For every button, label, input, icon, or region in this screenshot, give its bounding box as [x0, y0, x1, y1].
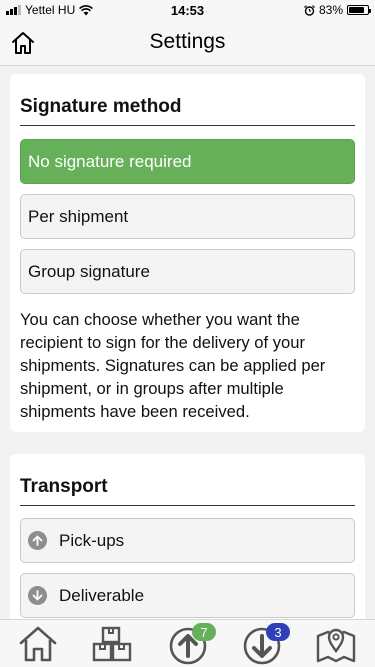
battery-icon	[347, 5, 371, 15]
tab-pickups[interactable]: 7	[166, 623, 216, 665]
status-bar: Yettel HU 14:53 83%	[0, 0, 375, 20]
boxes-icon	[92, 626, 132, 662]
option-group-signature[interactable]: Group signature	[20, 249, 355, 294]
battery-percent: 83%	[318, 3, 343, 17]
home-icon	[19, 626, 57, 662]
arrow-up-circle-icon	[28, 531, 47, 550]
tab-home[interactable]	[16, 623, 60, 665]
deliverable-label: Deliverable	[59, 585, 145, 605]
transport-pickups-item[interactable]: Pick-ups	[20, 518, 355, 563]
alarm-icon	[304, 4, 315, 16]
signature-card: Signature method No signature required P…	[10, 74, 365, 432]
transport-deliverable-item[interactable]: Deliverable	[20, 573, 355, 618]
status-right: 83%	[304, 3, 371, 17]
tab-map[interactable]	[314, 623, 358, 665]
transport-card: Transport Pick-ups Deliverable	[10, 454, 365, 629]
signature-description: You can choose whether you want the reci…	[20, 310, 326, 421]
deliveries-badge: 3	[266, 623, 290, 641]
option-per-shipment[interactable]: Per shipment	[20, 194, 355, 239]
option-no-signature[interactable]: No signature required	[20, 139, 355, 184]
arrow-down-circle-icon	[28, 586, 47, 605]
pickups-badge: 7	[192, 623, 216, 641]
signature-section-title: Signature method	[20, 96, 355, 126]
map-pin-icon	[316, 628, 356, 663]
tab-bar: 7 3	[0, 619, 375, 667]
transport-section-title: Transport	[20, 476, 355, 506]
tab-deliveries[interactable]: 3	[240, 623, 290, 665]
tab-packages[interactable]	[90, 623, 134, 665]
header: Settings	[0, 20, 375, 66]
page-title: Settings	[149, 30, 226, 53]
pickups-label: Pick-ups	[59, 530, 125, 550]
